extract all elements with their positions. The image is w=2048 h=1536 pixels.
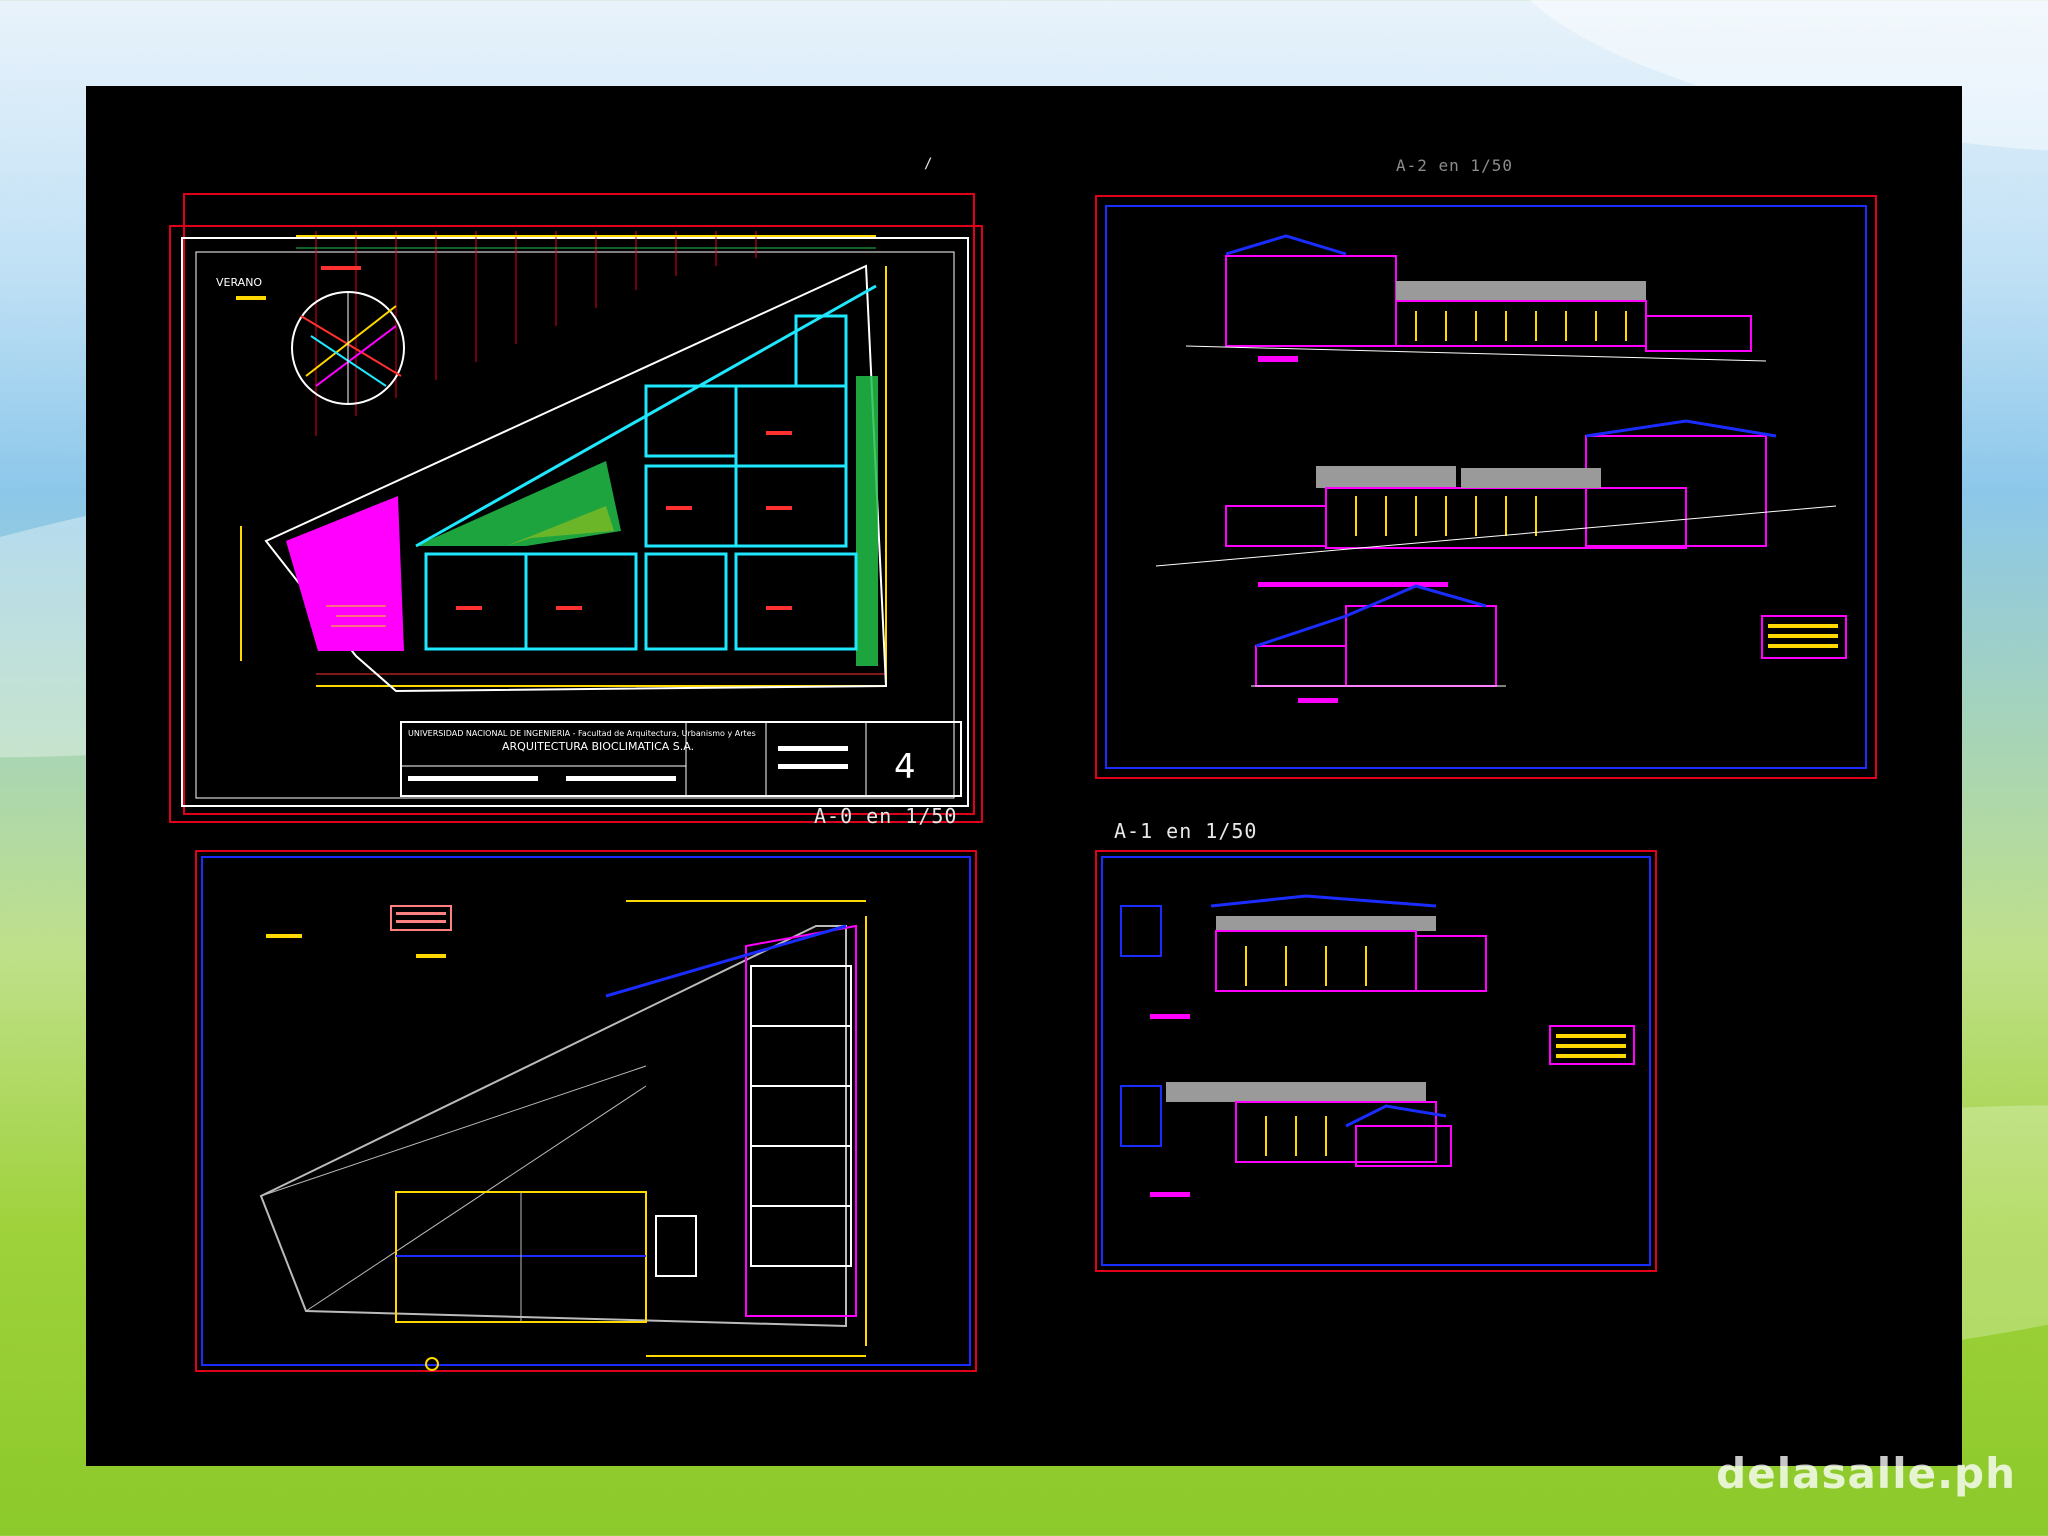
watermark-logo: delasalle.ph [1716, 1449, 2016, 1498]
title-block-institution: UNIVERSIDAD NACIONAL DE INGENIERIA - Fac… [408, 729, 756, 738]
sheet-a0-scale-label: A-0 en 1/50 [814, 804, 958, 828]
sheet-a1 [1095, 850, 1657, 1272]
elevation-2 [1155, 419, 1837, 587]
section-a1-lower [1120, 1082, 1452, 1197]
sheet-a0: VERANO UNIVERSIDAD NACIONAL DE INGENIERI… [169, 193, 983, 823]
floor-plan-wing [745, 924, 857, 1317]
legend-table [1761, 615, 1847, 659]
cad-drawing-screenshot: VERANO UNIVERSIDAD NACIONAL DE INGENIERI… [86, 86, 1962, 1466]
plan-rooms [415, 284, 877, 651]
sheet-a1-scale-label: A-1 en 1/50 [1114, 819, 1258, 843]
elevation-1 [1185, 234, 1767, 362]
dimension-grid-top [315, 231, 757, 436]
sheet-top-right-caption: A-2 en 1/50 [1396, 156, 1513, 175]
courtyard-green [416, 461, 621, 546]
title-block-firm: ARQUITECTURA BIOCLIMATICA S.A. [502, 740, 694, 753]
plaza-magenta [286, 496, 404, 651]
legend-table [1549, 1025, 1635, 1065]
cad-drawing: VERANO UNIVERSIDAD NACIONAL DE INGENIERI… [169, 193, 1877, 1372]
sheet-number: 4 [894, 747, 916, 787]
sun-path-diagram [291, 291, 405, 405]
section-a1-upper [1120, 894, 1487, 1019]
sheet-top-left-caption: / [924, 156, 934, 172]
season-label: VERANO [216, 276, 262, 289]
sheet-floor-plan [195, 850, 977, 1372]
sheet-elevations [1095, 195, 1877, 779]
section-3 [1251, 584, 1506, 703]
title-block: UNIVERSIDAD NACIONAL DE INGENIERIA - Fac… [400, 721, 962, 797]
